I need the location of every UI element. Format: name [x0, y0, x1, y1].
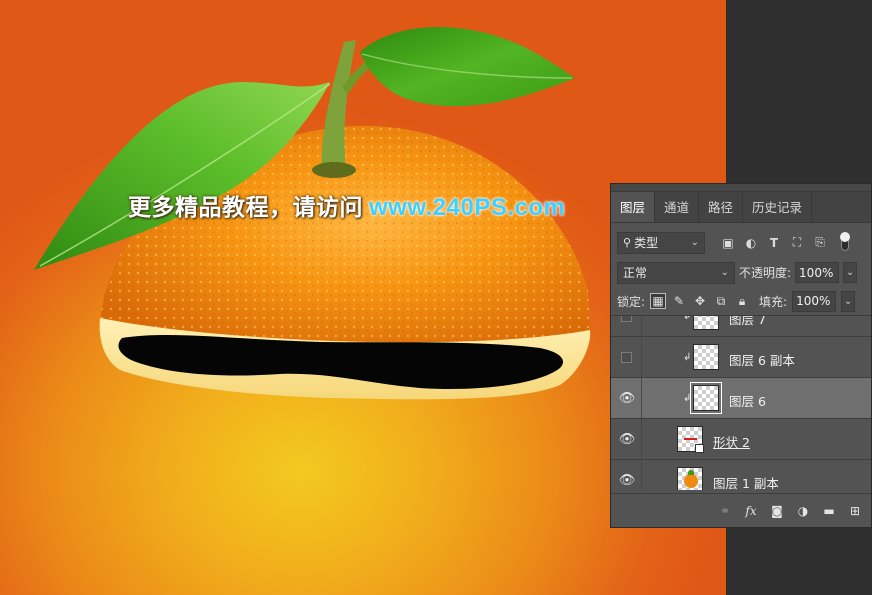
- orange-thumbnail-preview: [684, 474, 698, 488]
- opacity-input[interactable]: 100%: [795, 262, 840, 283]
- layer-row-layer7[interactable]: ↲ 图层 7: [611, 316, 871, 337]
- tab-paths[interactable]: 路径: [699, 192, 744, 222]
- adjustment-icon[interactable]: ◑: [796, 504, 810, 518]
- layers-panel: 图层 通道 路径 历史记录 ⚲ 类型 ⌄ ▣ ◐ T ⛶ ⎘ 正常 ⌄ 不透明度…: [610, 183, 872, 528]
- visibility-toggle[interactable]: [621, 351, 632, 363]
- shape-thumbnail: [677, 426, 704, 453]
- folder-icon[interactable]: ▬: [822, 504, 836, 518]
- fill-dropdown[interactable]: ⌄: [841, 290, 856, 312]
- watermark-text: 更多精品教程，请访问 www.240PS.com: [128, 188, 565, 222]
- lock-position-icon[interactable]: ✥: [692, 293, 708, 309]
- layer-row-layer6-copy[interactable]: ↲ 图层 6 副本: [611, 337, 871, 378]
- layer-thumbnail: [690, 382, 722, 414]
- layer-row-layer1-copy[interactable]: 👁︎ 图层 1 副本: [611, 460, 871, 490]
- chevron-down-icon: ⌄: [690, 236, 699, 248]
- watermark-url: www.240PS.com: [369, 194, 566, 221]
- panel-drag-strip[interactable]: [611, 184, 871, 192]
- eye-icon[interactable]: 👁︎: [619, 391, 636, 406]
- eye-icon[interactable]: 👁︎: [619, 473, 636, 488]
- clipping-arrow-icon: ↲: [683, 316, 692, 322]
- filter-toggle-switch[interactable]: [840, 231, 850, 251]
- lock-all-icon[interactable]: 🔒︎: [734, 293, 750, 309]
- filter-kind-label: 类型: [634, 236, 659, 250]
- link-icon[interactable]: ⚭: [718, 504, 732, 518]
- layer-row-shape2[interactable]: 👁︎ 形状 2: [611, 419, 871, 460]
- blend-mode-select[interactable]: 正常 ⌄: [617, 261, 735, 284]
- layer-name[interactable]: 形状 2: [713, 432, 750, 451]
- visibility-toggle[interactable]: [621, 316, 632, 322]
- shape-preview: [684, 438, 697, 440]
- opacity-label: 不透明度:: [739, 266, 792, 280]
- layer-list[interactable]: ↲ 图层 7 ↲ 图层 6 副本 👁︎ ↲ 图层 6 👁︎ 形状 2 👁︎ 图层…: [611, 316, 871, 490]
- chevron-down-icon: ⌄: [720, 266, 729, 278]
- right-leaf: [360, 26, 575, 107]
- blend-opacity-row: 正常 ⌄ 不透明度: 100% ⌄: [611, 258, 871, 287]
- lock-fill-row: 锁定: ▦ ✎ ✥ ⧉ 🔒︎ 填充: 100% ⌄: [611, 287, 871, 316]
- layer-name[interactable]: 图层 7: [729, 316, 766, 328]
- type-filter-icon[interactable]: T: [767, 236, 781, 250]
- layer-thumbnail: [677, 467, 703, 490]
- chevron-down-icon: ⌄: [845, 267, 855, 278]
- clipping-arrow-icon: ↲: [683, 351, 692, 363]
- lock-label: 锁定:: [617, 294, 646, 309]
- adjustment-filter-icon[interactable]: ◐: [744, 236, 758, 250]
- opacity-dropdown[interactable]: ⌄: [843, 262, 858, 283]
- shape-filter-icon[interactable]: ⛶: [790, 235, 804, 250]
- lock-transparent-icon[interactable]: ▦: [650, 293, 667, 309]
- panel-tabs: 图层 通道 路径 历史记录: [611, 192, 871, 223]
- vector-mask-icon: [695, 444, 704, 453]
- chevron-down-icon: ⌄: [843, 295, 853, 307]
- tab-channels[interactable]: 通道: [655, 192, 700, 222]
- filter-icons: ▣ ◐ T ⛶ ⎘: [721, 235, 827, 250]
- layer-thumbnail: [693, 316, 719, 330]
- stem-base: [312, 162, 356, 178]
- photoshop-workspace: 更多精品教程，请访问 www.240PS.com 图层 通道 路径 历史记录 ⚲ …: [0, 0, 872, 595]
- lock-paint-icon[interactable]: ✎: [671, 293, 687, 309]
- smartobject-filter-icon[interactable]: ⎘: [813, 235, 827, 250]
- fill-input[interactable]: 100%: [792, 290, 837, 312]
- image-filter-icon[interactable]: ▣: [721, 236, 735, 250]
- layer-name[interactable]: 图层 1 副本: [713, 473, 779, 490]
- layer-name[interactable]: 图层 6: [729, 391, 766, 410]
- eye-icon[interactable]: 👁︎: [619, 432, 636, 447]
- layer-filter-row: ⚲ 类型 ⌄ ▣ ◐ T ⛶ ⎘: [611, 227, 871, 258]
- search-icon: ⚲: [623, 236, 632, 249]
- new-layer-icon[interactable]: ⊞: [848, 504, 862, 518]
- mask-icon[interactable]: ◙: [770, 504, 784, 518]
- fill-label: 填充:: [759, 294, 788, 309]
- layer-row-layer6[interactable]: 👁︎ ↲ 图层 6: [611, 378, 871, 419]
- watermark-cn: 更多精品教程，请访问: [128, 195, 363, 221]
- panel-bottom-toolbar: ⚭ fx ◙ ◑ ▬ ⊞: [611, 493, 871, 527]
- fx-icon[interactable]: fx: [744, 504, 758, 518]
- tab-history[interactable]: 历史记录: [743, 192, 813, 222]
- lock-artboard-icon[interactable]: ⧉: [713, 293, 729, 309]
- tab-layers[interactable]: 图层: [611, 192, 656, 222]
- blend-mode-value: 正常: [623, 266, 648, 280]
- clipping-arrow-icon: ↲: [683, 392, 692, 404]
- filter-kind-select[interactable]: ⚲ 类型 ⌄: [617, 231, 705, 254]
- layer-name[interactable]: 图层 6 副本: [729, 350, 795, 369]
- layer-thumbnail: [693, 344, 719, 370]
